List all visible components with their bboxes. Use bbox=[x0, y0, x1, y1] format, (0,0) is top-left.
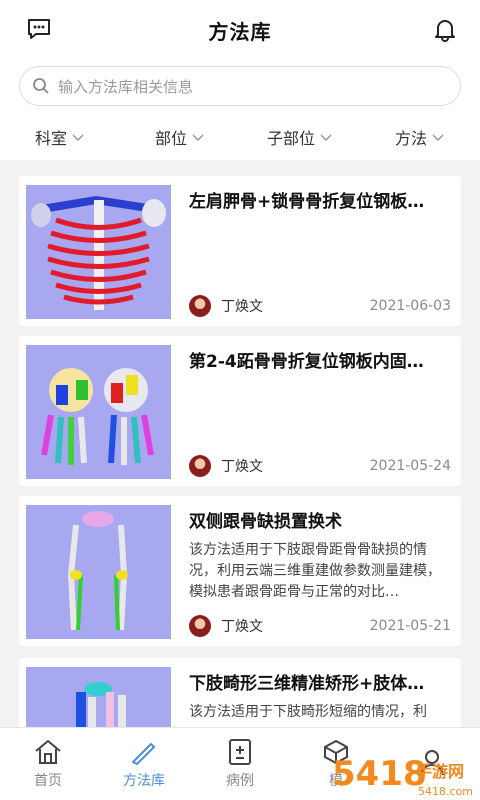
author-name: 丁焕文 bbox=[221, 299, 263, 315]
filter-label: 部位 bbox=[154, 129, 187, 148]
tab-label: 方法库 bbox=[123, 773, 165, 789]
method-thumbnail bbox=[26, 667, 171, 727]
search-icon bbox=[33, 78, 49, 94]
method-date: 2021-05-21 bbox=[369, 618, 451, 634]
tab-cases[interactable]: 病例 bbox=[192, 728, 288, 800]
method-card[interactable]: 下肢畸形三维精准矫形+肢体… 该方法适用于下肢畸形短缩的情况，利 bbox=[19, 658, 461, 727]
method-card[interactable]: 第2-4跖骨骨折复位钢板内固… 丁焕文 2021-05-24 bbox=[19, 336, 461, 486]
method-title: 下肢畸形三维精准矫形+肢体… bbox=[189, 674, 425, 694]
filter-method[interactable]: 方法 bbox=[360, 122, 480, 152]
chevron-down-icon bbox=[192, 134, 204, 142]
method-thumbnail bbox=[26, 185, 171, 319]
header: 方法库 bbox=[0, 0, 480, 60]
tab-label: 病例 bbox=[226, 773, 254, 789]
tab-label: 首页 bbox=[34, 773, 62, 789]
svg-text:手游网: 手游网 bbox=[416, 762, 464, 781]
method-thumbnail bbox=[26, 345, 171, 479]
author: 丁焕文 bbox=[189, 615, 263, 637]
method-date: 2021-05-24 bbox=[369, 458, 451, 474]
chevron-down-icon bbox=[320, 134, 332, 142]
author-name: 丁焕文 bbox=[221, 459, 263, 475]
search-input[interactable]: 输入方法库相关信息 bbox=[19, 66, 461, 106]
bell-icon[interactable] bbox=[432, 16, 458, 42]
chevron-down-icon bbox=[432, 134, 444, 142]
avatar bbox=[189, 615, 211, 637]
author-name: 丁焕文 bbox=[221, 619, 263, 635]
method-title: 左肩胛骨+锁骨骨折复位钢板… bbox=[189, 192, 425, 212]
svg-text:5418.com: 5418.com bbox=[418, 785, 473, 798]
method-description: 该方法适用于下肢跟骨距骨骨缺损的情况，利用云端三维重建做参数测量建模，模拟患者跟… bbox=[189, 542, 441, 600]
author: 丁焕文 bbox=[189, 455, 263, 477]
method-card[interactable]: 双侧跟骨缺损置换术 该方法适用于下肢跟骨距骨骨缺损的情况，利用云端三维重建做参数… bbox=[19, 496, 461, 646]
avatar bbox=[189, 295, 211, 317]
case-icon bbox=[229, 739, 251, 765]
filter-label: 科室 bbox=[34, 129, 67, 148]
method-description: 该方法适用于下肢畸形短缩的情况，利 bbox=[189, 704, 427, 720]
method-date: 2021-06-03 bbox=[369, 298, 451, 314]
tab-home[interactable]: 首页 bbox=[0, 728, 96, 800]
method-title: 第2-4跖骨骨折复位钢板内固… bbox=[189, 352, 424, 372]
svg-text:5418: 5418 bbox=[332, 754, 427, 794]
filter-department[interactable]: 科室 bbox=[0, 122, 120, 152]
chat-icon[interactable] bbox=[26, 16, 52, 42]
home-icon bbox=[35, 739, 61, 764]
method-thumbnail bbox=[26, 505, 171, 639]
filter-bar: 科室 部位 子部位 方法 bbox=[0, 122, 480, 152]
page-title: 方法库 bbox=[208, 19, 272, 44]
method-card[interactable]: 左肩胛骨+锁骨骨折复位钢板… 丁焕文 2021-06-03 bbox=[19, 176, 461, 326]
author: 丁焕文 bbox=[189, 295, 263, 317]
filter-body-part[interactable]: 部位 bbox=[120, 122, 240, 152]
search-placeholder: 输入方法库相关信息 bbox=[58, 77, 194, 96]
site-watermark: 5418 手游网 5418.com bbox=[330, 745, 480, 800]
scalpel-icon bbox=[132, 743, 155, 765]
method-list: 左肩胛骨+锁骨骨折复位钢板… 丁焕文 2021-06-03 第2-4跖骨骨折复位… bbox=[0, 160, 480, 727]
filter-sub-part[interactable]: 子部位 bbox=[240, 122, 360, 152]
top-bar: 方法库 输入方法库相关信息 科室 部位 子部位 方法 bbox=[0, 0, 480, 160]
filter-label: 方法 bbox=[394, 129, 427, 148]
method-title: 双侧跟骨缺损置换术 bbox=[189, 512, 342, 532]
avatar bbox=[189, 455, 211, 477]
chevron-down-icon bbox=[72, 134, 84, 142]
filter-label: 子部位 bbox=[266, 129, 315, 148]
tab-method-library[interactable]: 方法库 bbox=[96, 728, 192, 800]
